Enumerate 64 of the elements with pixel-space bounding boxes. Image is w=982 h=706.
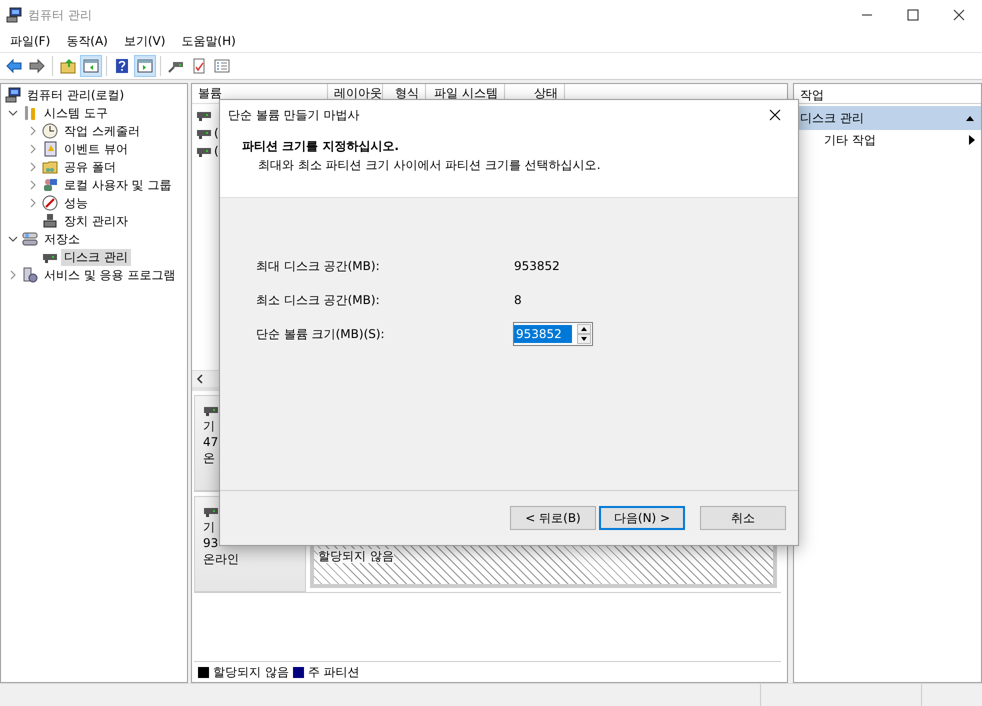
- field-label: 최소 디스크 공간(MB):: [256, 292, 381, 308]
- wizard-button[interactable]: 다음(N) >: [599, 506, 685, 530]
- disk-info-text: 온라인: [203, 552, 240, 567]
- users-icon: [42, 177, 58, 193]
- checklist-icon: [214, 58, 230, 74]
- legend-label: 주 파티션: [308, 664, 360, 680]
- wizard-button[interactable]: < 뒤로(B): [510, 506, 596, 530]
- console-tree-icon: [83, 58, 99, 74]
- tree-item[interactable]: 이벤트 뷰어: [61, 140, 131, 158]
- tree-item[interactable]: 성능: [61, 194, 91, 212]
- action-pane-icon: [137, 58, 153, 74]
- tree-item[interactable]: 시스템 도구: [41, 104, 111, 122]
- folder-up-icon: [60, 58, 76, 74]
- spin-down-icon[interactable]: [577, 334, 591, 344]
- storage-icon: [22, 231, 38, 247]
- table-cell: (: [214, 126, 219, 140]
- step-description: 최대와 최소 파티션 크기 사이에서 파티션 크기를 선택하십시오.: [257, 157, 602, 174]
- computer-icon: [5, 87, 21, 103]
- field-label: 단순 볼륨 크기(MB)(S):: [256, 326, 386, 342]
- checked-document-icon: [191, 58, 207, 74]
- tree-item[interactable]: 작업 스케줄러: [61, 122, 143, 140]
- window-title: 컴퓨터 관리: [28, 6, 92, 24]
- action-item[interactable]: 기타 작업: [794, 130, 981, 150]
- step-heading: 파티션 크기를 지정하십시오.: [241, 138, 400, 155]
- device-icon: [42, 213, 58, 229]
- computer-icon: [6, 7, 22, 23]
- disk-info-text: 93: [203, 536, 220, 551]
- tree-item[interactable]: 컴퓨터 관리(로컬): [24, 86, 128, 104]
- forward-arrow-icon: [29, 58, 45, 74]
- wizard-button[interactable]: 취소: [700, 506, 786, 530]
- menu-item[interactable]: 파일(F): [2, 30, 58, 52]
- field-label: 최대 디스크 공간(MB):: [256, 258, 381, 274]
- tree-item[interactable]: 서비스 및 응용 프로그램: [41, 266, 178, 284]
- disk-info-text: 온: [203, 451, 216, 466]
- size-spinner[interactable]: 953852: [513, 322, 593, 346]
- clock-icon: [42, 123, 58, 139]
- back-arrow-icon: [6, 58, 22, 74]
- help-icon: [114, 58, 130, 74]
- menu-item[interactable]: 동작(A): [58, 30, 116, 52]
- field-value: 953852: [514, 259, 560, 273]
- tree-item[interactable]: 저장소: [41, 230, 83, 248]
- legend-label: 할당되지 않음: [213, 664, 289, 680]
- field-value: 8: [514, 293, 522, 307]
- gauge-icon: [42, 195, 58, 211]
- toolbar-button[interactable]: [80, 55, 102, 77]
- disk-info-text: 기: [203, 419, 216, 434]
- submenu-arrow-icon: [969, 135, 975, 145]
- table-cell: (: [214, 144, 219, 158]
- dialog-title: 단순 볼륨 만들기 마법사: [228, 106, 360, 124]
- disk-info-text: 기: [203, 520, 216, 535]
- tree-item[interactable]: 공유 폴더: [61, 158, 119, 176]
- tree-item[interactable]: 디스크 관리: [61, 248, 131, 266]
- menu-item[interactable]: 보기(V): [116, 30, 174, 52]
- folder-icon: [42, 159, 58, 175]
- tools-icon: [22, 105, 38, 121]
- spin-up-icon[interactable]: [577, 324, 591, 334]
- disk-info-text: 47: [203, 435, 220, 450]
- services-icon: [22, 267, 38, 283]
- menu-item[interactable]: 도움말(H): [173, 30, 244, 52]
- tree-item[interactable]: 장치 관리자: [61, 212, 131, 230]
- partition-label: 할당되지 않음: [318, 549, 394, 563]
- toolbar-button[interactable]: [134, 55, 156, 77]
- tree-item[interactable]: 로컬 사용자 및 그룹: [61, 176, 174, 194]
- log-icon: [42, 141, 58, 157]
